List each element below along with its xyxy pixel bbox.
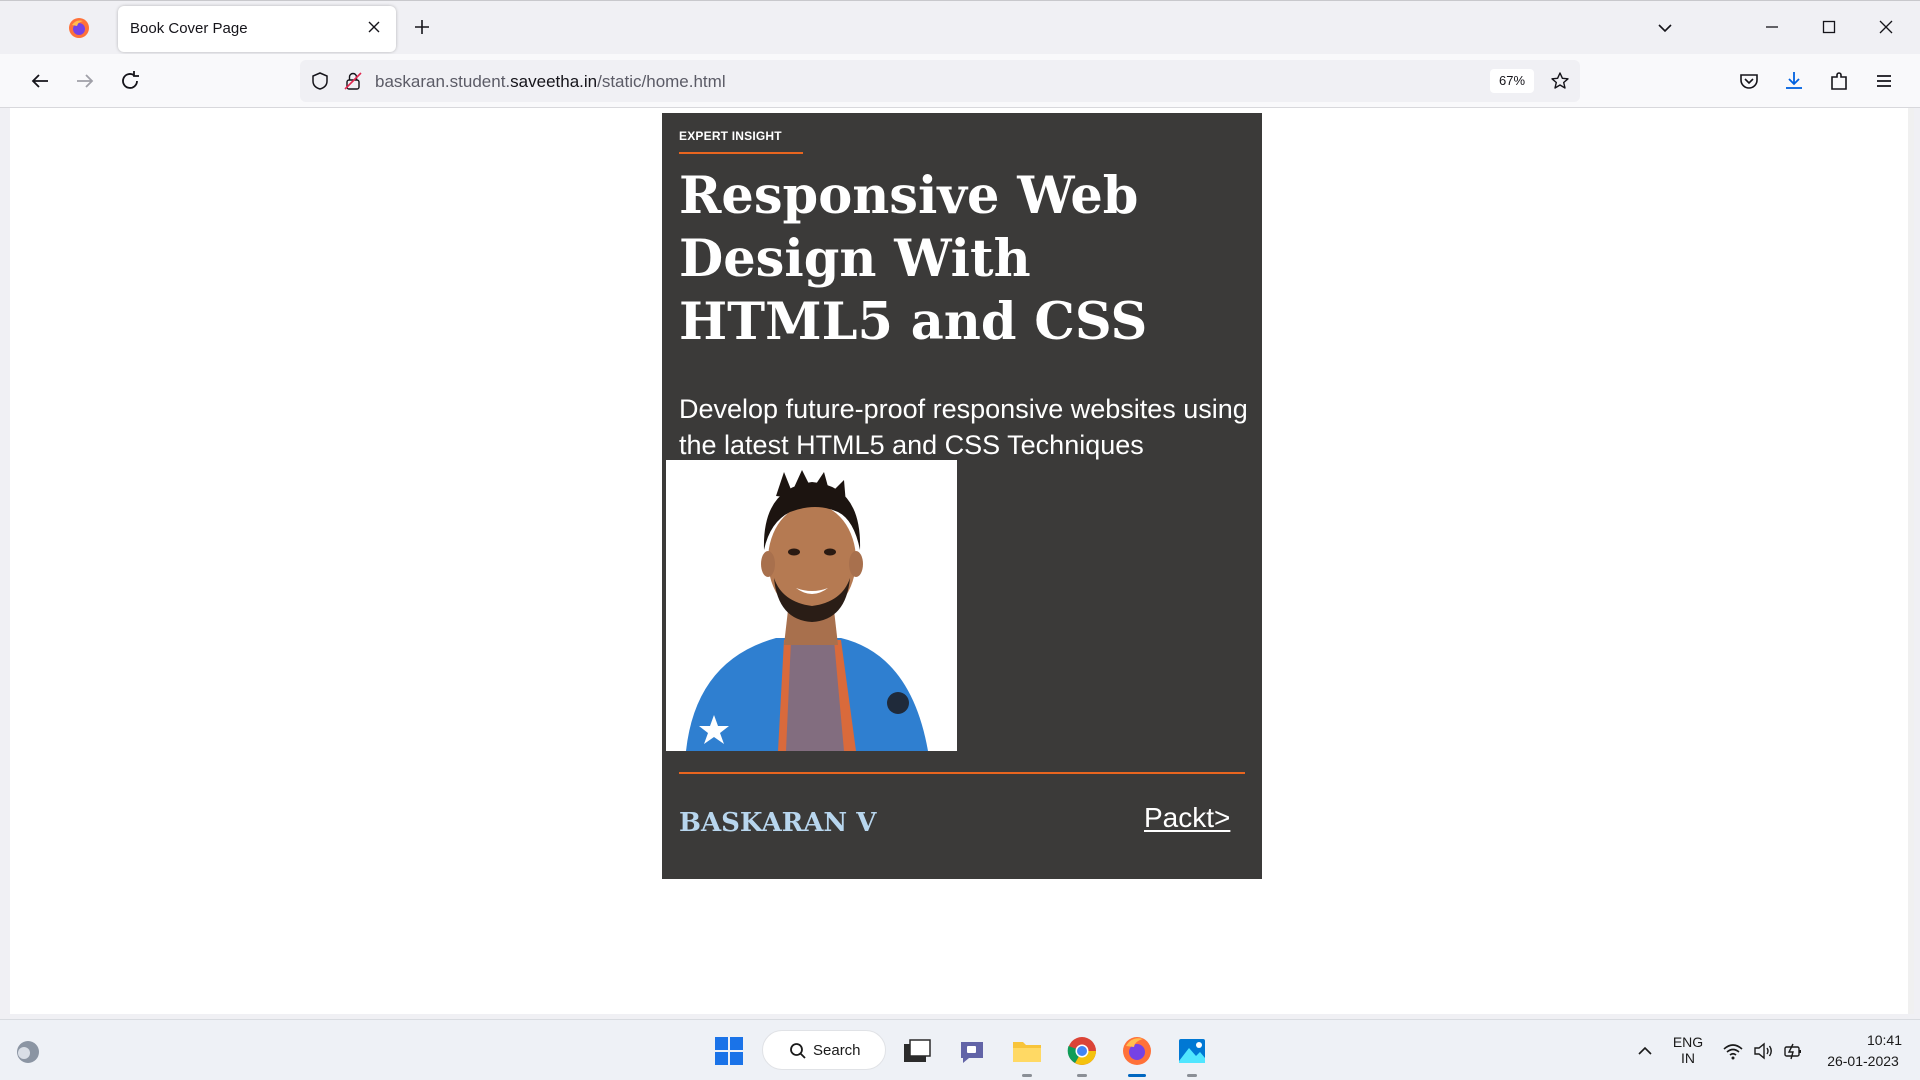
zoom-level-button[interactable]: 67% [1490, 69, 1534, 93]
firefox-icon[interactable] [1120, 1034, 1154, 1068]
url-path: /static/home.html [597, 72, 726, 91]
clock[interactable]: 10:41 26-01-2023 [1818, 1032, 1908, 1069]
book-subtitle: Develop future-proof responsive websites… [679, 394, 1248, 460]
url-domain: saveetha.in [510, 72, 598, 91]
wifi-icon[interactable] [1722, 1040, 1744, 1062]
maximize-icon[interactable] [1819, 17, 1839, 37]
web-page-content: EXPERT INSIGHT Responsive Web Design Wit… [10, 108, 1914, 1014]
clock-date: 26-01-2023 [1827, 1053, 1899, 1069]
close-icon[interactable] [366, 19, 382, 35]
url-text[interactable]: baskaran.student.saveetha.in/static/home… [375, 72, 726, 92]
volume-icon[interactable] [1752, 1040, 1774, 1062]
tracking-protection-shield-icon[interactable] [310, 71, 330, 91]
photos-icon[interactable] [1175, 1034, 1209, 1068]
url-prefix: baskaran.student. [375, 72, 511, 91]
tab-title: Book Cover Page [130, 20, 248, 37]
clock-time: 10:41 [1866, 1032, 1902, 1048]
chevron-down-icon[interactable] [1656, 19, 1674, 37]
expert-insight-label: EXPERT INSIGHT [679, 129, 782, 143]
back-arrow-icon[interactable] [28, 69, 52, 93]
show-hidden-icons-chevron-up-icon[interactable] [1634, 1040, 1656, 1062]
new-tab-plus-icon[interactable] [412, 17, 432, 37]
publisher-logo: Packt> [1144, 802, 1231, 833]
language-indicator[interactable]: ENG IN [1668, 1034, 1708, 1066]
cover-divider [679, 772, 1245, 774]
task-view-icon[interactable] [900, 1034, 934, 1068]
search-icon [790, 1043, 806, 1059]
running-indicator [1022, 1074, 1032, 1077]
running-indicator [1077, 1074, 1087, 1077]
author-photo [666, 460, 957, 751]
navigation-toolbar: baskaran.student.saveetha.in/static/home… [0, 54, 1920, 108]
windows-taskbar: Search ENG IN 10:41 26-01-2023 [0, 1019, 1920, 1080]
language-code: ENG [1672, 1034, 1704, 1050]
downloads-icon[interactable] [1782, 69, 1806, 93]
reload-icon[interactable] [118, 69, 142, 93]
book-cover: EXPERT INSIGHT Responsive Web Design Wit… [662, 113, 1262, 879]
book-title: Responsive Web Design With HTML5 and CSS [679, 166, 1148, 352]
running-indicator [1187, 1074, 1197, 1077]
extensions-puzzle-icon[interactable] [1827, 69, 1851, 93]
chrome-icon[interactable] [1065, 1034, 1099, 1068]
tab-strip: Book Cover Page [0, 0, 1920, 54]
weather-widget-icon[interactable] [14, 1038, 42, 1066]
pocket-icon[interactable] [1737, 69, 1761, 93]
taskbar-search-box[interactable]: Search [762, 1030, 886, 1070]
tab-book-cover-page[interactable]: Book Cover Page [118, 6, 396, 52]
vertical-scrollbar[interactable] [1908, 108, 1914, 1014]
windows-start-icon[interactable] [712, 1034, 746, 1068]
address-bar[interactable]: baskaran.student.saveetha.in/static/home… [300, 60, 1580, 102]
minimize-icon[interactable] [1762, 17, 1782, 37]
bookmark-star-icon[interactable] [1550, 71, 1570, 91]
forward-arrow-icon[interactable] [73, 69, 97, 93]
firefox-view-icon[interactable] [68, 17, 90, 39]
search-label: Search [813, 1042, 861, 1059]
teams-chat-icon[interactable] [955, 1034, 989, 1068]
badge-underline [679, 152, 803, 154]
language-region: IN [1681, 1050, 1695, 1066]
author-name: BASKARAN V [679, 808, 877, 838]
insecure-lock-icon[interactable] [343, 71, 363, 91]
file-explorer-icon[interactable] [1010, 1034, 1044, 1068]
author-portrait-image [666, 460, 957, 751]
active-app-indicator [1128, 1074, 1146, 1077]
battery-charging-icon[interactable] [1782, 1040, 1804, 1062]
hamburger-menu-icon[interactable] [1872, 69, 1896, 93]
window-close-icon[interactable] [1876, 17, 1896, 37]
